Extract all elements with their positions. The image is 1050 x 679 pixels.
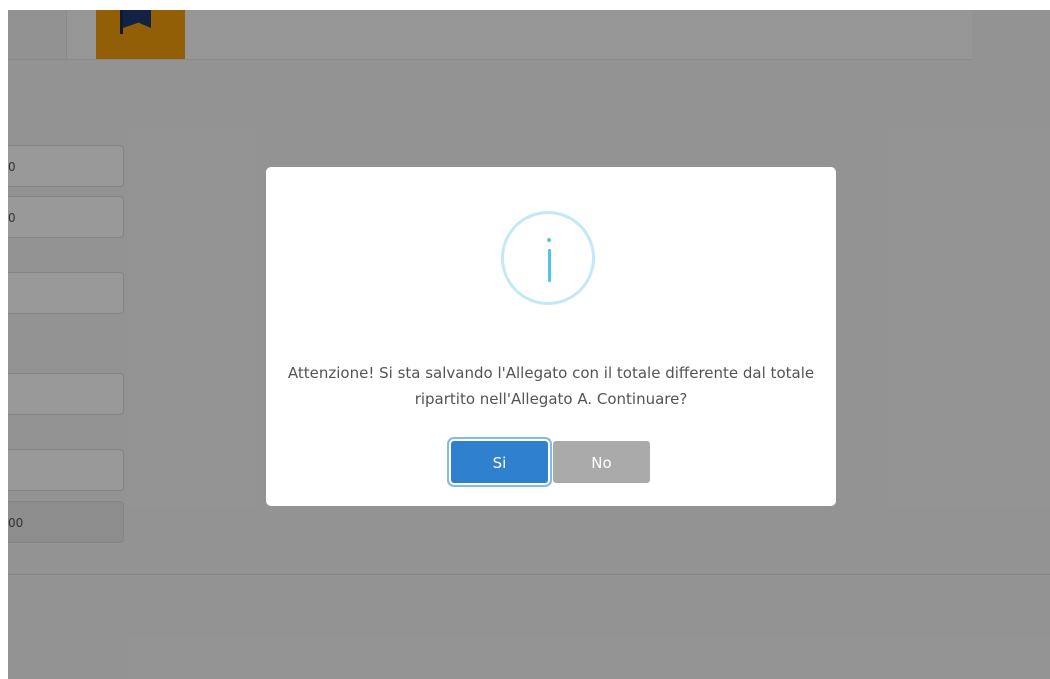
dialog-message: Attenzione! Si sta salvando l'Allegato c… xyxy=(287,364,815,408)
info-icon-dot xyxy=(547,238,551,242)
cancel-button[interactable]: No xyxy=(553,441,650,483)
info-icon xyxy=(501,211,595,305)
top-margin xyxy=(0,0,1050,10)
confirm-button[interactable]: Si xyxy=(451,441,548,483)
left-margin xyxy=(0,0,8,679)
confirm-dialog: Attenzione! Si sta salvando l'Allegato c… xyxy=(266,167,836,506)
info-icon-bar xyxy=(547,249,551,282)
page: 0 0 00 Attenzione! Si sta salvando l'All… xyxy=(0,0,1050,679)
